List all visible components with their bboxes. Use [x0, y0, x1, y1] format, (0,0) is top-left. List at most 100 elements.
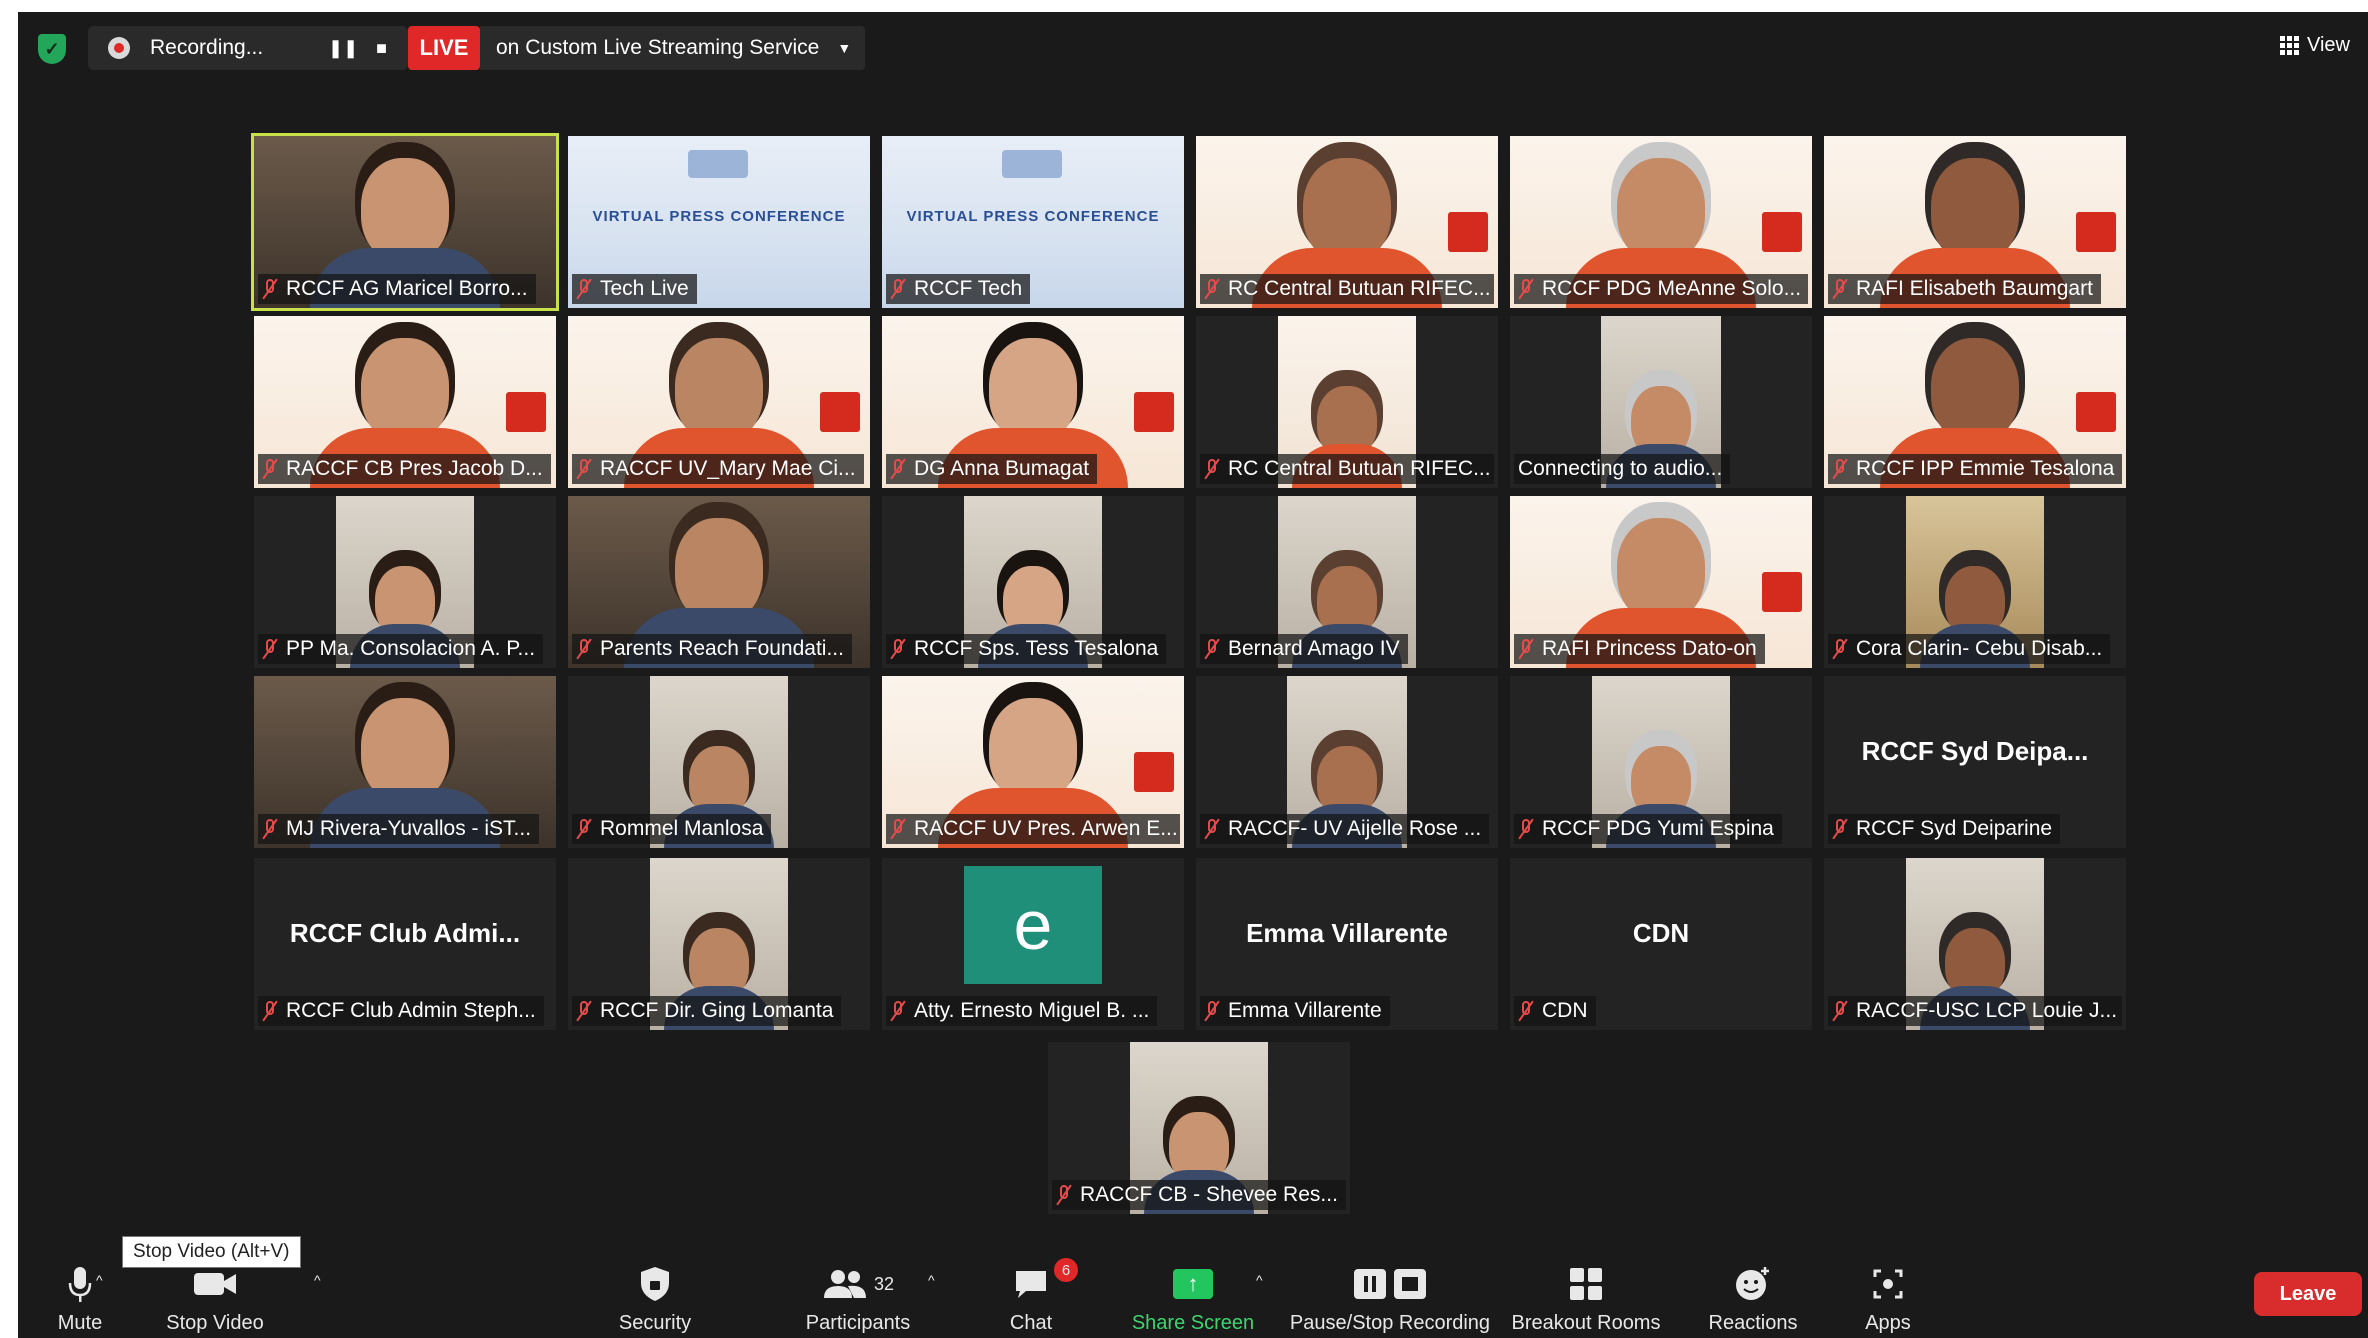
participant-tile[interactable]: RC Central Butuan RIFEC...: [1196, 316, 1498, 488]
participant-tile[interactable]: RCCF Club Admi... RCCF Club Admin Steph..…: [254, 858, 556, 1030]
participant-name: RACCF UV_Mary Mae Ci...: [600, 457, 856, 480]
participant-tile[interactable]: RACCF UV_Mary Mae Ci...: [568, 316, 870, 488]
encryption-shield-icon[interactable]: ✓: [38, 34, 66, 64]
participant-tile[interactable]: RCCF Sps. Tess Tesalona: [882, 496, 1184, 668]
participant-tile[interactable]: Connecting to audio...: [1510, 316, 1812, 488]
participant-tile[interactable]: RACCF CB - Shevee Res...: [1048, 1042, 1350, 1214]
participant-nameplate: RACCF CB - Shevee Res...: [1052, 1180, 1346, 1210]
participant-name: PP Ma. Consolacion A. P...: [286, 637, 536, 660]
leave-button[interactable]: Leave: [2254, 1272, 2362, 1316]
participant-tile[interactable]: Cora Clarin- Cebu Disab...: [1824, 496, 2126, 668]
participant-tile[interactable]: RAFI Princess Dato-on: [1510, 496, 1812, 668]
muted-mic-icon: [1832, 638, 1848, 660]
mute-button[interactable]: Mute: [40, 1264, 120, 1335]
end-polio-badge: [2076, 212, 2116, 252]
muted-mic-icon: [1518, 638, 1534, 660]
participant-nameplate: RCCF PDG Yumi Espina: [1514, 814, 1782, 844]
participant-name: RCCF Sps. Tess Tesalona: [914, 637, 1159, 660]
breakout-rooms-button[interactable]: Breakout Rooms: [1506, 1264, 1666, 1335]
participant-nameplate: RACCF CB Pres Jacob D...: [258, 454, 551, 484]
participant-tile[interactable]: DG Anna Bumagat: [882, 316, 1184, 488]
conference-banner-text: VIRTUAL PRESS CONFERENCE: [906, 208, 1160, 225]
video-options-caret-icon[interactable]: ^: [314, 1272, 321, 1288]
muted-mic-icon: [890, 1000, 906, 1022]
participant-tile[interactable]: RACCF- UV Aijelle Rose ...: [1196, 676, 1498, 848]
muted-mic-icon: [1204, 818, 1220, 840]
participant-nameplate: RACCF UV_Mary Mae Ci...: [572, 454, 864, 484]
share-screen-button[interactable]: ↑ Share Screen: [1118, 1264, 1268, 1335]
participant-tile[interactable]: Emma Villarente Emma Villarente: [1196, 858, 1498, 1030]
participant-tile[interactable]: RC Central Butuan RIFEC...: [1196, 136, 1498, 308]
stop-recording-icon[interactable]: ■: [376, 38, 387, 59]
participants-button[interactable]: 32 Participants: [788, 1264, 928, 1335]
participants-options-caret-icon[interactable]: ^: [928, 1272, 935, 1288]
participant-tile[interactable]: RACCF-USC LCP Louie J...: [1824, 858, 2126, 1030]
muted-mic-icon: [1518, 278, 1534, 300]
microphone-icon: [40, 1264, 120, 1304]
participant-name: RACCF UV Pres. Arwen E...: [914, 817, 1178, 840]
end-polio-badge: [2076, 392, 2116, 432]
mute-label: Mute: [57, 1312, 103, 1334]
participant-name: RAFI Princess Dato-on: [1542, 637, 1757, 660]
participant-nameplate: RC Central Butuan RIFEC...: [1200, 454, 1494, 484]
apps-button[interactable]: Apps: [1848, 1264, 1928, 1335]
participant-tile[interactable]: RCCF AG Maricel Borro...: [251, 133, 559, 311]
muted-mic-icon: [1204, 278, 1220, 300]
apps-label: Apps: [1865, 1312, 1911, 1334]
participant-tile[interactable]: RCCF PDG Yumi Espina: [1510, 676, 1812, 848]
breakout-rooms-icon: [1506, 1264, 1666, 1304]
participant-tile[interactable]: Bernard Amago IV: [1196, 496, 1498, 668]
end-polio-badge: [1134, 752, 1174, 792]
participant-tile[interactable]: CDN CDN: [1510, 858, 1812, 1030]
participant-name: RC Central Butuan RIFEC...: [1228, 277, 1491, 300]
muted-mic-icon: [1832, 1000, 1848, 1022]
pause-recording-icon[interactable]: ❚❚: [328, 38, 358, 59]
participant-nameplate: RACCF- UV Aijelle Rose ...: [1200, 814, 1490, 844]
apps-icon: [1848, 1264, 1928, 1304]
caret-down-icon: ▼: [837, 40, 852, 56]
participant-tile[interactable]: RCCF IPP Emmie Tesalona: [1824, 316, 2126, 488]
pause-stop-recording-button[interactable]: Pause/Stop Recording: [1280, 1264, 1500, 1335]
view-button[interactable]: View: [2280, 34, 2350, 57]
participant-tile[interactable]: Parents Reach Foundati...: [568, 496, 870, 668]
security-button[interactable]: Security: [610, 1264, 700, 1335]
participant-name: Parents Reach Foundati...: [600, 637, 844, 660]
participant-tile[interactable]: RAFI Elisabeth Baumgart: [1824, 136, 2126, 308]
chat-unread-badge: 6: [1054, 1258, 1078, 1282]
participant-nameplate: DG Anna Bumagat: [886, 454, 1098, 484]
muted-mic-icon: [890, 818, 906, 840]
participant-tile[interactable]: RACCF UV Pres. Arwen E...: [882, 676, 1184, 848]
muted-mic-icon: [262, 818, 278, 840]
muted-mic-icon: [1832, 278, 1848, 300]
end-polio-badge: [820, 392, 860, 432]
participant-name: RCCF PDG Yumi Espina: [1542, 817, 1774, 840]
participant-tile[interactable]: RCCF Dir. Ging Lomanta: [568, 858, 870, 1030]
muted-mic-icon: [1832, 458, 1848, 480]
participant-tile[interactable]: RCCF PDG MeAnne Solo...: [1510, 136, 1812, 308]
participant-tile[interactable]: VIRTUAL PRESS CONFERENCE RCCF Tech: [882, 136, 1184, 308]
participant-name: Atty. Ernesto Miguel B. ...: [914, 999, 1150, 1022]
participant-name: RAFI Elisabeth Baumgart: [1856, 277, 2093, 300]
muted-mic-icon: [262, 638, 278, 660]
pause-stop-recording-label: Pause/Stop Recording: [1289, 1312, 1491, 1334]
participant-tile[interactable]: e Atty. Ernesto Miguel B. ...: [882, 858, 1184, 1030]
participant-tile[interactable]: MJ Rivera-Yuvallos - iST...: [254, 676, 556, 848]
participant-tile[interactable]: RCCF Syd Deipa... RCCF Syd Deiparine: [1824, 676, 2126, 848]
participant-nameplate: PP Ma. Consolacion A. P...: [258, 634, 544, 664]
reactions-button[interactable]: Reactions: [1698, 1264, 1808, 1335]
participant-tile[interactable]: Rommel Manlosa: [568, 676, 870, 848]
muted-mic-icon: [1832, 818, 1848, 840]
share-options-caret-icon[interactable]: ^: [1256, 1272, 1263, 1288]
muted-mic-icon: [262, 278, 278, 300]
participant-tile[interactable]: RACCF CB Pres Jacob D...: [254, 316, 556, 488]
participant-tile[interactable]: PP Ma. Consolacion A. P...: [254, 496, 556, 668]
live-streaming-dropdown[interactable]: on Custom Live Streaming Service ▼: [480, 26, 865, 70]
stop-video-button[interactable]: Stop Video: [130, 1264, 300, 1335]
muted-mic-icon: [576, 278, 592, 300]
participant-nameplate: RCCF PDG MeAnne Solo...: [1514, 274, 1808, 304]
chat-button[interactable]: 6 Chat: [996, 1258, 1078, 1335]
participant-tile[interactable]: VIRTUAL PRESS CONFERENCE Tech Live: [568, 136, 870, 308]
muted-mic-icon: [1056, 1184, 1072, 1206]
audio-options-caret-icon[interactable]: ^: [96, 1272, 103, 1288]
participant-name: DG Anna Bumagat: [914, 457, 1090, 480]
